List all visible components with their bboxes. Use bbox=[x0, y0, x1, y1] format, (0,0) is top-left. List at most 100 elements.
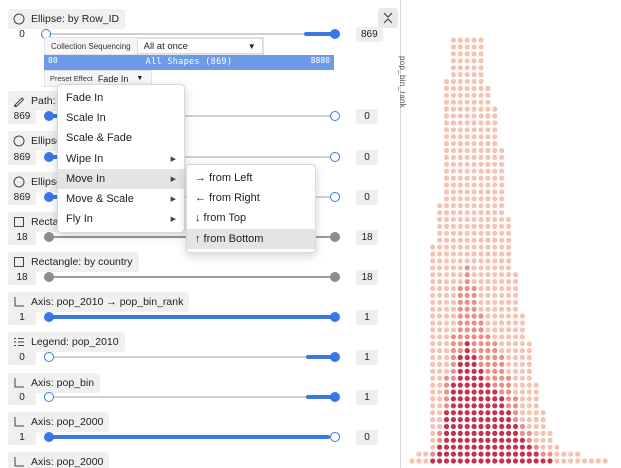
start-value[interactable]: 869 bbox=[8, 150, 36, 165]
direction-menu-item[interactable]: → from Left bbox=[187, 168, 315, 188]
end-value[interactable]: 18 bbox=[356, 270, 378, 285]
start-value[interactable]: 1 bbox=[8, 430, 36, 445]
end-value[interactable]: 0 bbox=[356, 150, 378, 165]
track-header-axis-pop2000[interactable]: Axis: pop_2000 bbox=[8, 412, 110, 432]
data-point bbox=[478, 327, 484, 333]
collection-timeline-bar[interactable]: 80 All Shapes (869) 8880 bbox=[44, 55, 334, 70]
data-point bbox=[506, 341, 512, 347]
direction-menu-item[interactable]: ↑ from Bottom bbox=[187, 228, 315, 249]
data-point bbox=[499, 348, 505, 354]
slider-end-handle[interactable] bbox=[330, 111, 340, 121]
data-point bbox=[443, 216, 450, 223]
effect-menu-item[interactable]: Move & Scale ▶ bbox=[58, 189, 184, 209]
slider-start-handle[interactable] bbox=[44, 232, 54, 242]
slider-start-handle[interactable] bbox=[44, 272, 54, 282]
slider-end-handle[interactable] bbox=[330, 312, 340, 322]
collection-sequencing-select[interactable]: All at once ▼ bbox=[136, 38, 263, 54]
data-point bbox=[533, 389, 539, 395]
data-point bbox=[478, 44, 484, 50]
slider-start-handle[interactable] bbox=[44, 152, 54, 162]
slider-end-handle[interactable] bbox=[330, 192, 340, 202]
slider-end-handle[interactable] bbox=[330, 392, 340, 402]
track-slider[interactable] bbox=[44, 432, 340, 442]
data-point bbox=[437, 306, 443, 312]
data-point bbox=[464, 451, 470, 457]
data-point bbox=[464, 272, 470, 278]
effect-menu-item-label: Scale & Fade bbox=[66, 132, 133, 145]
start-value[interactable]: 869 bbox=[8, 190, 36, 205]
slider-end-handle[interactable] bbox=[330, 232, 340, 242]
end-value[interactable]: 18 bbox=[356, 230, 378, 245]
start-value[interactable]: 0 bbox=[8, 27, 36, 42]
data-point bbox=[478, 430, 484, 436]
data-point bbox=[443, 265, 450, 271]
slider-start-handle[interactable] bbox=[44, 111, 54, 121]
data-point bbox=[450, 85, 456, 91]
effect-menu-item[interactable]: Fly In ▶ bbox=[58, 209, 184, 229]
slider-start-handle[interactable] bbox=[44, 432, 54, 442]
start-value[interactable]: 18 bbox=[8, 270, 36, 285]
data-point bbox=[485, 106, 491, 112]
data-point bbox=[450, 251, 456, 257]
data-point bbox=[519, 320, 525, 326]
direction-menu-item[interactable]: ↓ from Top bbox=[187, 208, 315, 228]
effect-menu-item[interactable]: Move In ▶ bbox=[58, 168, 184, 189]
start-value[interactable]: 869 bbox=[8, 109, 36, 124]
slider-end-handle[interactable] bbox=[330, 272, 340, 282]
track-slider[interactable] bbox=[44, 392, 340, 402]
data-point bbox=[464, 223, 470, 229]
data-point bbox=[512, 279, 519, 285]
data-point bbox=[485, 85, 491, 91]
slider-start-handle[interactable] bbox=[44, 192, 54, 202]
end-value[interactable]: 1 bbox=[356, 310, 378, 325]
slider-start-handle[interactable] bbox=[44, 352, 54, 362]
start-value[interactable]: 0 bbox=[8, 390, 36, 405]
track-slider[interactable] bbox=[44, 352, 340, 362]
effect-menu-item[interactable]: Scale In bbox=[58, 108, 184, 128]
end-value[interactable]: 0 bbox=[356, 109, 378, 124]
data-point bbox=[499, 210, 505, 216]
effect-menu-item[interactable]: Wipe In ▶ bbox=[58, 149, 184, 169]
slider-end-handle[interactable] bbox=[330, 152, 340, 162]
track-header-legend[interactable]: Legend: pop_2010 bbox=[8, 332, 125, 352]
track-header-axis-pop2010[interactable]: Axis: pop_2010 → pop_bin_rank bbox=[8, 292, 190, 312]
slider-end-handle[interactable] bbox=[330, 432, 340, 442]
end-value[interactable]: 869 bbox=[356, 27, 383, 42]
slider-end-handle[interactable] bbox=[330, 352, 340, 362]
data-point bbox=[492, 141, 498, 147]
data-point bbox=[485, 368, 491, 374]
start-value[interactable]: 1 bbox=[8, 310, 36, 325]
track-header-rectangle-country[interactable]: Rectangle: by country bbox=[8, 252, 139, 272]
effect-menu-item[interactable]: Scale & Fade bbox=[58, 128, 184, 148]
start-value[interactable]: 18 bbox=[8, 230, 36, 245]
effect-menu-item[interactable]: Fade In bbox=[58, 88, 184, 108]
data-point bbox=[485, 161, 491, 167]
end-value[interactable]: 1 bbox=[356, 390, 378, 405]
data-point bbox=[471, 161, 477, 167]
track-slider[interactable] bbox=[44, 272, 340, 282]
track-header-ellipse-row-id[interactable]: Ellipse: by Row_ID bbox=[8, 9, 126, 29]
end-value[interactable]: 0 bbox=[356, 190, 378, 205]
collapse-toggle-button[interactable] bbox=[378, 8, 398, 28]
caret-down-icon[interactable]: ▼ bbox=[136, 75, 143, 82]
data-point bbox=[478, 348, 484, 354]
preset-effect-value[interactable]: Fade In bbox=[98, 74, 129, 84]
data-point bbox=[471, 368, 477, 374]
data-point bbox=[492, 272, 498, 278]
start-value[interactable]: 0 bbox=[8, 350, 36, 365]
end-value[interactable]: 1 bbox=[356, 350, 378, 365]
data-point bbox=[478, 134, 484, 140]
end-value[interactable]: 0 bbox=[356, 430, 378, 445]
data-point bbox=[485, 279, 491, 285]
data-point bbox=[492, 354, 498, 361]
data-point bbox=[492, 334, 498, 340]
data-point bbox=[492, 389, 498, 395]
track-header-axis-pop2000-2[interactable]: Axis: pop_2000 bbox=[8, 452, 110, 468]
slider-start-handle[interactable] bbox=[44, 312, 54, 322]
data-point bbox=[464, 175, 470, 181]
data-point bbox=[478, 216, 484, 223]
slider-start-handle[interactable] bbox=[44, 392, 54, 402]
data-point bbox=[464, 134, 470, 140]
track-slider[interactable] bbox=[44, 312, 340, 322]
direction-menu-item[interactable]: ← from Right bbox=[187, 188, 315, 208]
